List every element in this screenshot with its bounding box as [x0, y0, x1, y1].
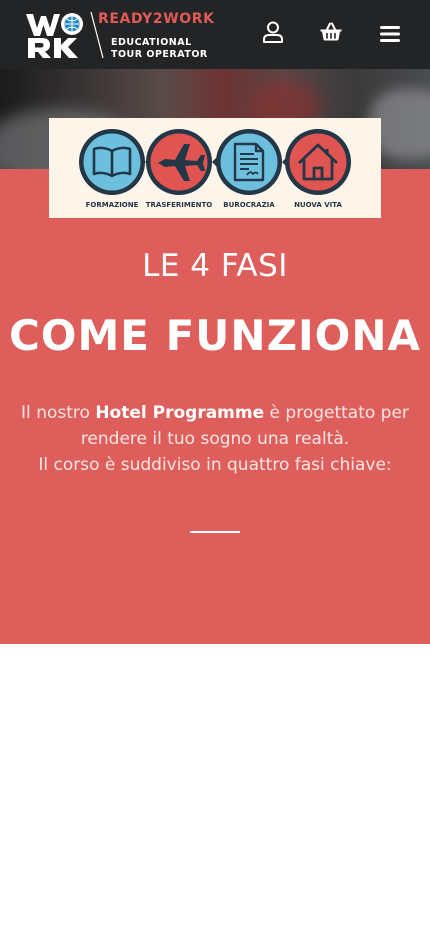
step-formazione	[79, 129, 152, 195]
step-burocrazia	[216, 129, 289, 195]
logo[interactable]: READY2WORK EDUCATIONAL TOUR OPERATOR	[24, 10, 214, 60]
step-trasferimento	[146, 129, 219, 195]
work-logo-icon	[26, 13, 83, 58]
tagline-line-2: TOUR OPERATOR	[111, 49, 208, 60]
step-label-formazione: FORMAZIONE	[86, 201, 139, 209]
section-divider	[190, 531, 240, 533]
hotel-programme-text: Hotel Programme	[95, 403, 265, 423]
step-label-burocrazia: BUROCRAZIA	[223, 201, 275, 209]
description-line-2: Il corso è suddiviso in quattro fasi chi…	[38, 455, 392, 475]
step-nuova-vita	[285, 129, 351, 195]
brand-name: READY2WORK	[98, 11, 215, 27]
description-line-1: Il nostro Hotel Programme è progettato p…	[0, 400, 430, 452]
description-prefix: Il nostro	[21, 403, 96, 423]
tagline-line-1: EDUCATIONAL	[111, 37, 192, 48]
section-title: COME FUNZIONA	[8, 311, 422, 360]
step-label-trasferimento: TRASFERIMENTO	[146, 201, 213, 209]
site-header: READY2WORK EDUCATIONAL TOUR OPERATOR	[0, 0, 430, 69]
basket-icon[interactable]	[319, 20, 343, 44]
section-description: Il nostro Hotel Programme è progettato p…	[0, 400, 430, 478]
hamburger-menu-icon[interactable]	[378, 22, 402, 46]
step-label-nuova-vita: NUOVA VITA	[294, 201, 342, 209]
section-eyebrow: LE 4 FASI	[142, 248, 288, 284]
user-icon[interactable]	[261, 20, 285, 44]
steps-infographic: FORMAZIONE TRASFERIMENTO BUROCRAZIA NUOV…	[49, 118, 381, 218]
